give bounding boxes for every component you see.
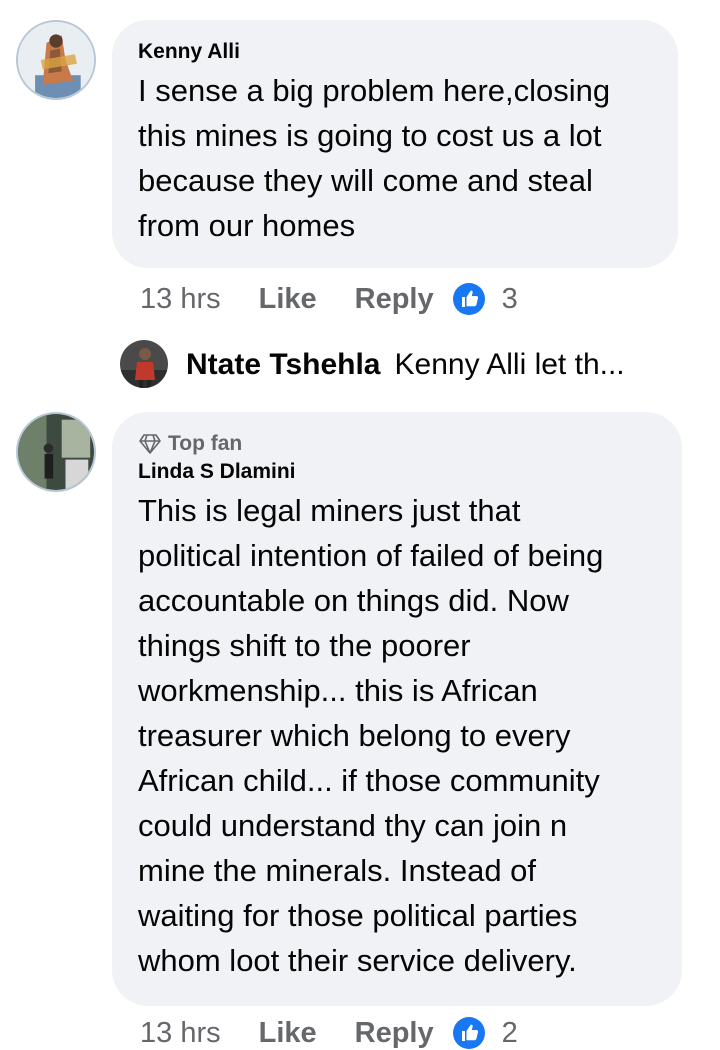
commenter-avatar[interactable] (16, 412, 96, 492)
reply-button[interactable]: Reply (355, 1017, 434, 1050)
reply-avatar[interactable] (120, 340, 168, 388)
comment-timestamp[interactable]: 13 hrs (140, 1017, 221, 1050)
comment-text: I sense a big problem here,closing this … (138, 73, 611, 243)
avatar-image (18, 414, 94, 490)
reaction-count[interactable]: 2 (502, 1017, 518, 1050)
comment-bubble: Kenny Alli I sense a big problem here,cl… (112, 20, 678, 268)
thumbs-up-icon[interactable] (452, 1016, 486, 1050)
like-button[interactable]: Like (259, 283, 317, 316)
comment-author[interactable]: Linda S Dlamini (138, 458, 656, 486)
avatar-image (120, 340, 168, 388)
reaction-count[interactable]: 3 (502, 283, 518, 316)
reply-button[interactable]: Reply (355, 283, 434, 316)
comment-actions: 13 hrs Like Reply 3 (140, 282, 518, 316)
reply-snippet: Kenny Alli let th... (394, 348, 625, 381)
thumbs-up-icon[interactable] (452, 282, 486, 316)
comment-author[interactable]: Kenny Alli (138, 38, 652, 66)
reply-author[interactable]: Ntate Tshehla (186, 348, 381, 381)
reply-preview[interactable]: Ntate Tshehla Kenny Alli let th... (186, 345, 625, 385)
badge-label: Top fan (168, 432, 243, 455)
top-fan-badge[interactable]: Top fan (138, 430, 656, 458)
diamond-icon (139, 434, 161, 454)
comment-text: This is legal miners just that political… (138, 493, 604, 978)
comment-bubble: Top fan Linda S Dlamini This is legal mi… (112, 412, 682, 1006)
like-button[interactable]: Like (259, 1017, 317, 1050)
comment-actions: 13 hrs Like Reply 2 (140, 1016, 518, 1050)
comment-timestamp[interactable]: 13 hrs (140, 283, 221, 316)
commenter-avatar[interactable] (16, 20, 96, 100)
avatar-image (18, 22, 94, 98)
